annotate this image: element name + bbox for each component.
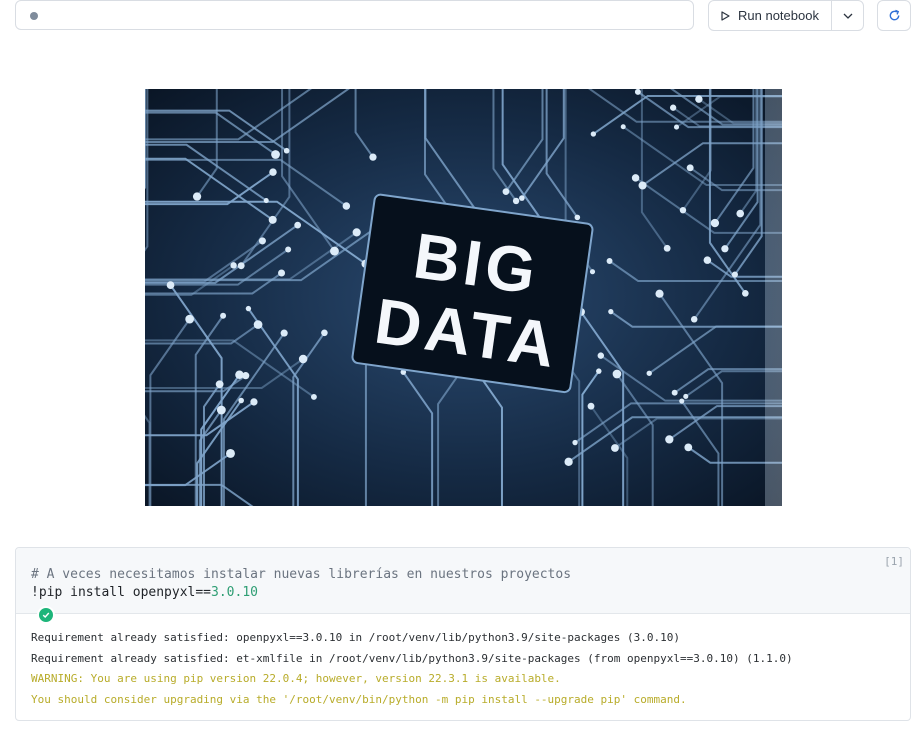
- circuit-pad: [192, 192, 202, 201]
- circuit-pad: [237, 262, 245, 270]
- circuit-pad: [731, 271, 738, 278]
- run-notebook-label: Run notebook: [738, 8, 819, 23]
- circuit-pad: [679, 398, 685, 404]
- circuit-pad: [683, 393, 689, 400]
- circuit-pad: [216, 405, 226, 415]
- play-icon: [721, 10, 730, 21]
- circuit-pad: [269, 168, 277, 176]
- circuit-pad: [519, 195, 525, 201]
- output-warning-line: You should consider upgrading via the '/…: [31, 692, 687, 706]
- circuit-pad: [342, 202, 351, 210]
- circuit-pad: [512, 197, 520, 205]
- execution-count: [1]: [884, 555, 904, 568]
- output-line: Requirement already satisfied: openpyxl=…: [31, 631, 681, 644]
- circuit-pad: [589, 269, 596, 275]
- circuit-pad: [574, 214, 581, 221]
- circuit-pad: [278, 269, 286, 277]
- circuit-pad: [369, 153, 377, 161]
- code-cell[interactable]: [1] # A veces necesitamos instalar nueva…: [15, 547, 911, 721]
- refresh-button[interactable]: [877, 0, 911, 31]
- circuit-pad: [684, 443, 693, 452]
- circuit-pad: [721, 245, 729, 253]
- circuit-pad: [669, 104, 677, 111]
- circuit-pad: [690, 316, 698, 323]
- circuit-pad: [695, 95, 703, 103]
- run-notebook-group: Run notebook: [708, 0, 864, 31]
- cell-output: Requirement already satisfied: openpyxl=…: [31, 628, 793, 710]
- circuit-pad: [572, 439, 578, 446]
- circuit-pad: [283, 147, 290, 154]
- status-dot-icon: [30, 12, 38, 20]
- circuit-pad: [185, 314, 195, 324]
- circuit-pad: [280, 329, 288, 337]
- code-editor[interactable]: # A veces necesitamos instalar nuevas li…: [31, 566, 571, 602]
- circuit-pad: [298, 354, 308, 364]
- circuit-pad: [230, 262, 237, 269]
- circuit-pad: [321, 329, 328, 337]
- circuit-pad: [242, 372, 250, 380]
- circuit-pad: [673, 124, 680, 130]
- circuit-pad: [226, 448, 235, 458]
- circuit-pad: [679, 206, 687, 214]
- circuit-pad: [220, 312, 227, 319]
- output-line: Requirement already satisfied: et-xmlfil…: [31, 651, 793, 665]
- circuit-pad: [646, 370, 652, 376]
- circuit-pad: [310, 393, 317, 400]
- circuit-pad: [634, 89, 641, 95]
- circuit-pad: [271, 150, 280, 159]
- circuit-pad: [330, 246, 339, 256]
- circuit-pad: [597, 352, 605, 359]
- big-data-image: BIG DATA: [145, 89, 782, 506]
- run-notebook-button[interactable]: Run notebook: [709, 1, 832, 30]
- circuit-pad: [606, 258, 613, 264]
- circuit-pad: [686, 164, 694, 172]
- output-warning-line: WARNING: You are using pip version 22.0.…: [31, 672, 561, 685]
- success-check-icon: [37, 606, 55, 624]
- refresh-icon: [889, 9, 899, 21]
- circuit-pad: [250, 398, 258, 406]
- circuit-pad: [263, 198, 269, 204]
- code-command: !pip install openpyxl==: [31, 585, 212, 600]
- circuit-pad: [742, 290, 749, 297]
- circuit-pad: [258, 237, 266, 245]
- circuit-pad: [238, 397, 244, 404]
- code-version: 3.0.10: [211, 585, 258, 600]
- circuit-pad: [710, 218, 720, 228]
- circuit-pad: [655, 289, 664, 298]
- circuit-pad: [268, 215, 277, 224]
- circuit-pad: [166, 281, 175, 290]
- circuit-pad: [285, 246, 292, 253]
- circuit-pad: [352, 228, 361, 237]
- circuit-pad: [631, 174, 640, 182]
- circuit-pad: [502, 188, 510, 195]
- circuit-pad: [564, 457, 573, 466]
- notebook-title-input[interactable]: [15, 0, 694, 30]
- circuit-pad: [736, 209, 745, 218]
- circuit-pad: [612, 369, 622, 379]
- circuit-pad: [663, 244, 671, 252]
- chevron-down-icon: [843, 13, 852, 19]
- circuit-pad: [245, 305, 252, 312]
- circuit-pad: [703, 256, 712, 264]
- circuit-pad: [596, 368, 602, 374]
- circuit-pad: [215, 380, 224, 389]
- circuit-pad: [587, 402, 595, 410]
- code-comment: # A veces necesitamos instalar nuevas li…: [31, 567, 572, 582]
- circuit-pad: [671, 389, 678, 396]
- circuit-pad: [665, 435, 674, 444]
- run-options-button[interactable]: [832, 1, 863, 30]
- circuit-pad: [590, 131, 597, 137]
- circuit-pad: [611, 444, 619, 452]
- circuit-pad: [253, 320, 263, 329]
- circuit-pad: [620, 124, 626, 130]
- circuit-pad: [638, 181, 647, 190]
- circuit-pad: [294, 221, 302, 229]
- cell-input[interactable]: [1] # A veces necesitamos instalar nueva…: [16, 548, 910, 614]
- circuit-pad: [608, 309, 614, 315]
